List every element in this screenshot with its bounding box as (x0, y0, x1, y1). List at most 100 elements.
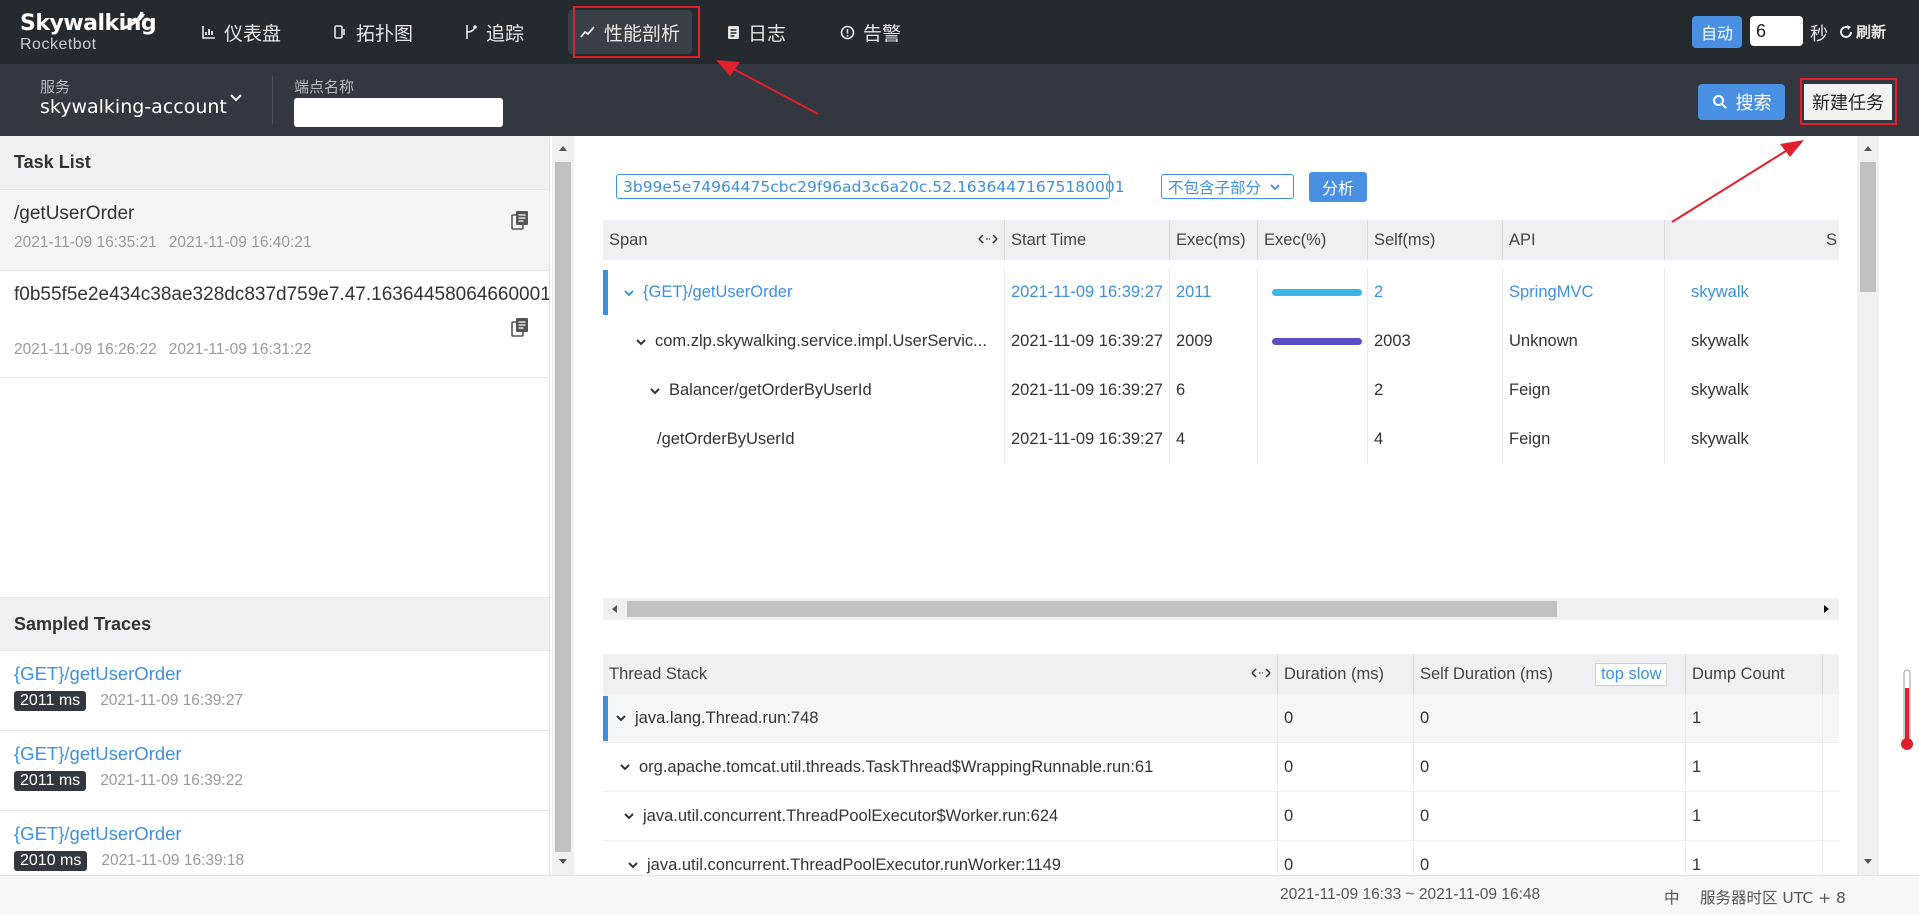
span-name-cell: /getOrderByUserId (603, 415, 1005, 464)
chevron-down-icon[interactable] (228, 92, 244, 104)
stack-row[interactable]: java.lang.Thread.run:748 0 0 1 (603, 693, 1839, 743)
refresh-button[interactable]: 刷新 (1838, 21, 1886, 42)
mode-value: 不包含子部分 (1168, 178, 1262, 197)
task-list-header: Task List (0, 136, 549, 190)
left-scrollbar[interactable] (552, 136, 574, 875)
scroll-down-icon[interactable] (558, 858, 568, 866)
alarm-icon (840, 25, 855, 40)
chevron-down-icon[interactable] (615, 714, 627, 722)
trace-item[interactable]: {GET}/getUserOrder 2011 ms 2021-11-09 16… (0, 731, 549, 811)
task-start-time: 2021-11-09 16:35:21 (14, 234, 157, 251)
span-service: skywalk (1691, 381, 1749, 399)
right-scrollbar-thumb[interactable] (1860, 162, 1876, 292)
chevron-down-icon[interactable] (623, 289, 635, 297)
span-start: 2021-11-09 16:39:27 (1005, 366, 1170, 415)
exec-pct-bar (1272, 338, 1362, 345)
endpoint-input[interactable] (294, 98, 503, 127)
duration-badge: 2010 ms (14, 851, 88, 871)
nav-log[interactable]: 日志 (727, 10, 786, 54)
top-slow-button[interactable]: top slow (1594, 662, 1668, 686)
scroll-up-icon[interactable] (558, 144, 568, 152)
stack-row[interactable]: java.util.concurrent.ThreadPoolExecutor.… (603, 840, 1839, 875)
language-toggle[interactable]: 中 (1664, 886, 1680, 908)
nav-topology[interactable]: 拓扑图 (334, 10, 413, 54)
trace-name: {GET}/getUserOrder (14, 743, 182, 764)
chevron-down-icon[interactable] (627, 861, 639, 869)
col-exec-pct[interactable]: Exec(%) (1258, 220, 1368, 260)
skywalking-logo[interactable]: Skywalking Rocketbot (20, 11, 157, 58)
col-dump-count[interactable]: Dump Count (1686, 654, 1823, 694)
task-end-time: 2021-11-09 16:31:22 (168, 341, 312, 358)
col-exec-ms[interactable]: Exec(ms) (1170, 220, 1258, 260)
span-service: skywalk (1691, 430, 1749, 448)
endpoint-label: 端点名称 (294, 78, 355, 96)
analyze-button[interactable]: 分析 (1309, 172, 1367, 202)
chevron-down-icon[interactable] (649, 387, 661, 395)
col-span[interactable]: Span (603, 220, 1005, 260)
col-service[interactable]: S (1665, 220, 1839, 260)
nav-trace-label: 追踪 (486, 22, 525, 45)
search-button[interactable]: 搜索 (1698, 84, 1785, 120)
seconds-label: 秒 (1810, 24, 1828, 45)
trace-meta: 2011 ms 2021-11-09 16:39:27 (14, 691, 535, 711)
column-resize-icon[interactable] (978, 232, 998, 246)
trace-item[interactable]: {GET}/getUserOrder 2011 ms 2021-11-09 16… (0, 651, 549, 731)
stack-dump-count: 1 (1686, 742, 1823, 792)
span-row[interactable]: {GET}/getUserOrder 2021-11-09 16:39:27 2… (603, 268, 1839, 317)
span-name: Balancer/getOrderByUserId (669, 381, 872, 399)
task-start-time: 2021-11-09 16:26:22 (14, 341, 157, 358)
task-item[interactable]: f0b55f5e2e434c38ae328dc837d759e7.47.1636… (0, 271, 549, 378)
stack-row[interactable]: java.util.concurrent.ThreadPoolExecutor$… (603, 791, 1839, 841)
side-gauge-icon[interactable] (1900, 668, 1914, 752)
col-self-ms[interactable]: Self(ms) (1368, 220, 1503, 260)
nav-trace[interactable]: 追踪 (464, 10, 524, 54)
row-gap (603, 260, 1839, 268)
span-table-hscrollbar[interactable] (603, 598, 1839, 620)
mode-select[interactable]: 不包含子部分 (1161, 174, 1294, 199)
stack-frame: java.lang.Thread.run:748 (635, 708, 819, 727)
right-scrollbar[interactable] (1857, 136, 1879, 875)
column-resize-icon[interactable] (1251, 666, 1271, 680)
thread-stack-header: Thread Stack Duration (ms) Self Duration… (603, 654, 1839, 694)
task-detail-icon[interactable] (511, 210, 529, 230)
col-thread-stack[interactable]: Thread Stack (603, 654, 1278, 694)
chevron-down-icon[interactable] (623, 812, 635, 820)
task-detail-icon[interactable] (511, 317, 529, 337)
nav-dashboard[interactable]: 仪表盘 (202, 10, 281, 54)
service-select[interactable]: skywalking-account (40, 96, 227, 118)
nav-alarm[interactable]: 告警 (840, 10, 901, 54)
trace-item[interactable]: {GET}/getUserOrder 2010 ms 2021-11-09 16… (0, 811, 549, 875)
task-item[interactable]: /getUserOrder 2021-11-09 16:35:21 2021-11… (0, 190, 549, 271)
left-scrollbar-thumb[interactable] (555, 162, 571, 852)
auto-refresh-button[interactable]: 自动 (1692, 16, 1742, 48)
time-range[interactable]: 2021-11-09 16:33 ~ 2021-11-09 16:48 (1280, 886, 1540, 904)
segment-select[interactable]: 3b99e5e74964475cbc29f96ad3c6a20c.52.1636… (616, 174, 1125, 199)
nav-topology-label: 拓扑图 (356, 22, 414, 45)
trace-meta: 2010 ms 2021-11-09 16:39:18 (14, 851, 535, 871)
task-end-time: 2021-11-09 16:40:21 (168, 234, 312, 251)
span-row[interactable]: Balancer/getOrderByUserId 2021-11-09 16:… (603, 366, 1839, 415)
span-self: 4 (1368, 415, 1503, 464)
span-row[interactable]: com.zlp.skywalking.service.impl.UserServ… (603, 317, 1839, 366)
scroll-down-icon[interactable] (1863, 858, 1873, 866)
chevron-down-icon[interactable] (635, 338, 647, 346)
span-name-cell: Balancer/getOrderByUserId (603, 366, 1005, 415)
col-self-duration[interactable]: Self Duration (ms) top slow (1414, 654, 1686, 694)
scroll-up-icon[interactable] (1863, 144, 1873, 152)
col-start-time[interactable]: Start Time (1005, 220, 1170, 260)
scroll-left-icon[interactable] (610, 604, 618, 614)
scroll-right-icon[interactable] (1823, 604, 1831, 614)
hscrollbar-thumb[interactable] (627, 601, 1557, 617)
stack-frame-cell: org.apache.tomcat.util.threads.TaskThrea… (603, 742, 1278, 792)
chevron-down-icon[interactable] (619, 763, 631, 771)
stack-frame: java.util.concurrent.ThreadPoolExecutor.… (647, 855, 1061, 874)
col-duration[interactable]: Duration (ms) (1278, 654, 1414, 694)
refresh-interval-input[interactable] (1750, 16, 1803, 46)
trace-name: {GET}/getUserOrder (14, 663, 182, 684)
stack-row[interactable]: org.apache.tomcat.util.threads.TaskThrea… (603, 742, 1839, 792)
span-self: 2 (1368, 366, 1503, 415)
span-row[interactable]: /getOrderByUserId 2021-11-09 16:39:27 4 … (603, 415, 1839, 464)
service-label: 服务 (40, 78, 71, 96)
col-api[interactable]: API (1503, 220, 1665, 260)
top-nav: Skywalking Rocketbot 仪表盘 拓扑图 追踪 性能剖析 日志 … (0, 0, 1919, 64)
